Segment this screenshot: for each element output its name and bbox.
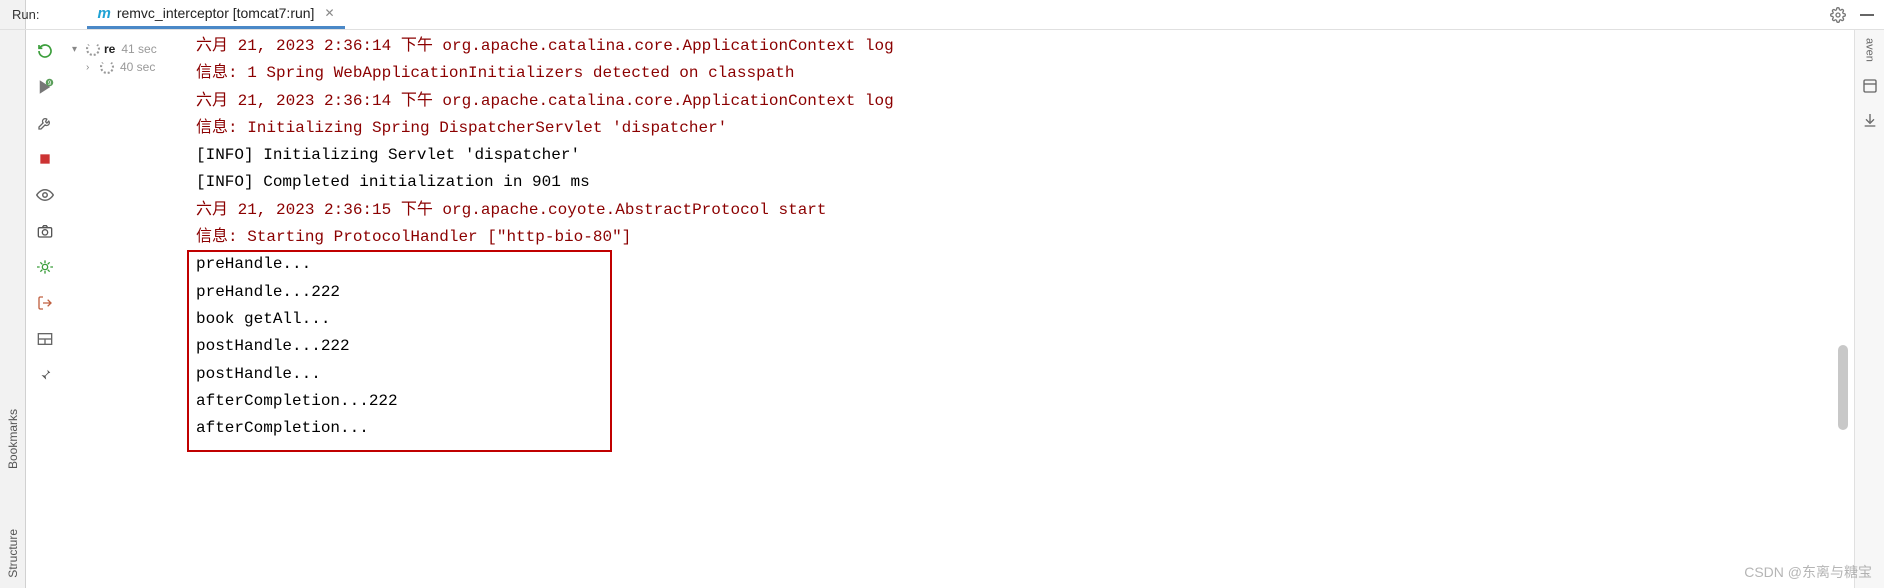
bookmarks-tab[interactable]: Bookmarks: [6, 409, 20, 469]
console-line: preHandle...: [196, 251, 1848, 278]
bookmarks-label: Bookmarks: [6, 409, 20, 469]
console-output[interactable]: 六月 21, 2023 2:36:14 下午 org.apache.catali…: [188, 33, 1848, 582]
console-line: 六月 21, 2023 2:36:15 下午 org.apache.coyote…: [196, 197, 1848, 224]
console-line: postHandle...222: [196, 333, 1848, 360]
chevron-down-icon: ▾: [72, 44, 82, 55]
notifications-icon[interactable]: [1860, 76, 1880, 96]
console-line: afterCompletion...: [196, 415, 1848, 442]
tree-root-row[interactable]: ▾ re 41 sec: [64, 40, 184, 58]
wrench-button[interactable]: [34, 112, 56, 134]
run-config-tab-label: remvc_interceptor [tomcat7:run]: [117, 5, 315, 21]
exit-button[interactable]: [34, 292, 56, 314]
console-line: 六月 21, 2023 2:36:14 下午 org.apache.catali…: [196, 88, 1848, 115]
tree-root-time: 41 sec: [121, 42, 156, 56]
run-tree: ▾ re 41 sec › 40 sec: [64, 30, 184, 588]
gear-icon[interactable]: [1830, 7, 1846, 23]
debug-button[interactable]: [34, 256, 56, 278]
close-tab-icon[interactable]: ✕: [324, 6, 334, 20]
maven-icon: m: [97, 5, 110, 22]
console-line: preHandle...222: [196, 279, 1848, 306]
tree-child-row[interactable]: › 40 sec: [64, 58, 184, 76]
spinner-icon: [100, 60, 114, 74]
camera-button[interactable]: [34, 220, 56, 242]
spinner-icon: [86, 42, 100, 56]
download-icon[interactable]: [1860, 110, 1880, 130]
maven-tab-label: aven: [1864, 38, 1876, 62]
run-header: Run: m remvc_interceptor [tomcat7:run] ✕: [0, 0, 1884, 30]
structure-tab[interactable]: Structure: [6, 529, 20, 578]
console-line: 六月 21, 2023 2:36:14 下午 org.apache.catali…: [196, 33, 1848, 60]
stop-button[interactable]: [34, 148, 56, 170]
console-line: [INFO] Completed initialization in 901 m…: [196, 169, 1848, 196]
console-line: afterCompletion...222: [196, 388, 1848, 415]
left-tool-rail: Bookmarks Structure: [0, 0, 26, 588]
show-button[interactable]: [34, 184, 56, 206]
layout-button[interactable]: [34, 328, 56, 350]
structure-label: Structure: [6, 529, 20, 578]
maven-tab[interactable]: aven: [1864, 38, 1876, 62]
rerun-button[interactable]: [34, 40, 56, 62]
console-line: [INFO] Initializing Servlet 'dispatcher': [196, 142, 1848, 169]
watermark-text: CSDN @东离与糖宝: [1744, 562, 1872, 582]
stop-with-badge-button[interactable]: 9: [34, 76, 56, 98]
scrollbar-thumb[interactable]: [1838, 345, 1848, 430]
right-tool-rail: aven: [1854, 30, 1884, 588]
console-line: postHandle...: [196, 361, 1848, 388]
console-line: 信息: 1 Spring WebApplicationInitializers …: [196, 60, 1848, 87]
minimize-icon[interactable]: [1860, 14, 1874, 16]
console-line: book getAll...: [196, 306, 1848, 333]
pin-button[interactable]: [34, 364, 56, 386]
header-right-controls: [1830, 7, 1884, 23]
tree-root-name: re: [104, 42, 115, 56]
tree-child-time: 40 sec: [120, 60, 155, 74]
run-toolbar: 9: [26, 30, 64, 588]
run-label: Run:: [4, 7, 47, 22]
run-config-tab[interactable]: m remvc_interceptor [tomcat7:run] ✕: [87, 1, 344, 29]
chevron-right-icon: ›: [86, 62, 96, 73]
console-line: 信息: Starting ProtocolHandler ["http-bio-…: [196, 224, 1848, 251]
console-line: 信息: Initializing Spring DispatcherServle…: [196, 115, 1848, 142]
